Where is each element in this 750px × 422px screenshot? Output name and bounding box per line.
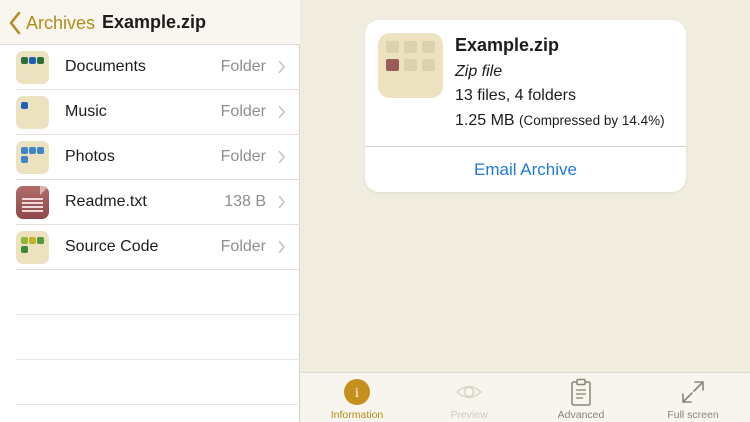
archive-type: Zip file (455, 63, 503, 80)
back-button[interactable]: Archives (8, 9, 95, 37)
archive-contents-count: 13 files, 4 folders (455, 87, 576, 104)
file-name: Source Code (65, 238, 159, 255)
eye-icon (455, 385, 483, 399)
archive-compression: (Compressed by 14.4%) (519, 113, 665, 128)
tab-label: Preview (450, 409, 488, 421)
folder-icon (16, 96, 49, 129)
tab-label: Advanced (557, 409, 605, 421)
text-file-icon (16, 186, 49, 219)
archive-icon-cell (404, 41, 417, 53)
archive-icon-cell (422, 59, 435, 71)
folder-icon (16, 141, 49, 174)
folder-icon-dot (29, 147, 36, 154)
chevron-right-icon (278, 195, 286, 209)
folder-icon-dot (21, 237, 28, 244)
file-name: Photos (65, 148, 115, 165)
archive-info-card: Example.zip Zip file 13 files, 4 folders… (365, 20, 686, 192)
page-title: Example.zip (102, 12, 207, 32)
info-icon: i (344, 379, 370, 405)
text-file-icon-line (22, 202, 43, 204)
text-file-icon-line (22, 198, 43, 200)
list-item-documents[interactable]: Documents Folder (16, 45, 300, 90)
archive-size: 1.25 MB (Compressed by 14.4%) (455, 112, 665, 130)
chevron-right-icon (278, 105, 286, 119)
folder-icon-dot (21, 246, 28, 253)
tab-information[interactable]: i Information (301, 373, 413, 422)
file-detail: 138 B (224, 193, 266, 210)
tab-preview[interactable]: Preview (413, 373, 525, 422)
chevron-right-icon (278, 240, 286, 254)
file-list: Documents Folder Music Folder Photos Fol… (0, 45, 300, 405)
file-name: Documents (65, 58, 146, 75)
navigation-bar: Archives Example.zip (0, 0, 300, 45)
text-file-icon-line (22, 210, 43, 212)
folder-icon-dot (29, 237, 36, 244)
folder-icon-dot (21, 102, 28, 109)
folder-icon (16, 51, 49, 84)
tab-label: Information (330, 409, 384, 421)
file-detail: Folder (220, 58, 266, 75)
file-detail: Folder (220, 103, 266, 120)
archive-icon-cell (386, 41, 399, 53)
file-name: Music (65, 103, 107, 120)
archive-icon-cell (404, 59, 417, 71)
archive-name: Example.zip (455, 35, 560, 55)
tab-label: Full screen (667, 409, 719, 421)
chevron-left-icon (9, 11, 21, 35)
folder-icon-dot (21, 57, 28, 64)
chevron-right-icon (278, 150, 286, 164)
folder-icon-dot (37, 147, 44, 154)
list-item-photos[interactable]: Photos Folder (16, 135, 300, 180)
file-list-pane: Archives Example.zip Documents Folder Mu… (0, 0, 300, 422)
expand-icon (682, 381, 704, 403)
file-name: Readme.txt (65, 193, 147, 210)
folder-icon-dot (29, 57, 36, 64)
folder-icon-dot (37, 237, 44, 244)
list-item-readme[interactable]: Readme.txt 138 B (16, 180, 300, 225)
chevron-right-icon (278, 60, 286, 74)
empty-row (16, 315, 300, 360)
empty-row (16, 270, 300, 315)
file-detail: Folder (220, 238, 266, 255)
file-detail: Folder (220, 148, 266, 165)
tab-advanced[interactable]: Advanced (525, 373, 637, 422)
tab-full-screen[interactable]: Full screen (637, 373, 749, 422)
text-file-icon-line (22, 206, 43, 208)
empty-row (16, 360, 300, 405)
list-item-source-code[interactable]: Source Code Folder (16, 225, 300, 270)
tab-bar: i Information Preview Advanced Full scre… (301, 372, 750, 422)
archive-size-value: 1.25 MB (455, 112, 515, 129)
folder-icon-dot (37, 57, 44, 64)
email-archive-button[interactable]: Email Archive (365, 147, 686, 192)
list-item-music[interactable]: Music Folder (16, 90, 300, 135)
archive-icon-cell (386, 59, 399, 71)
text-file-icon-fold (40, 186, 49, 195)
archive-icon-cell (422, 41, 435, 53)
clipboard-icon (571, 378, 591, 406)
folder-icon-dot (21, 147, 28, 154)
folder-icon (16, 231, 49, 264)
svg-text:i: i (355, 386, 359, 401)
folder-icon-dot (21, 156, 28, 163)
archive-icon (378, 33, 443, 98)
back-button-label: Archives (26, 12, 96, 33)
